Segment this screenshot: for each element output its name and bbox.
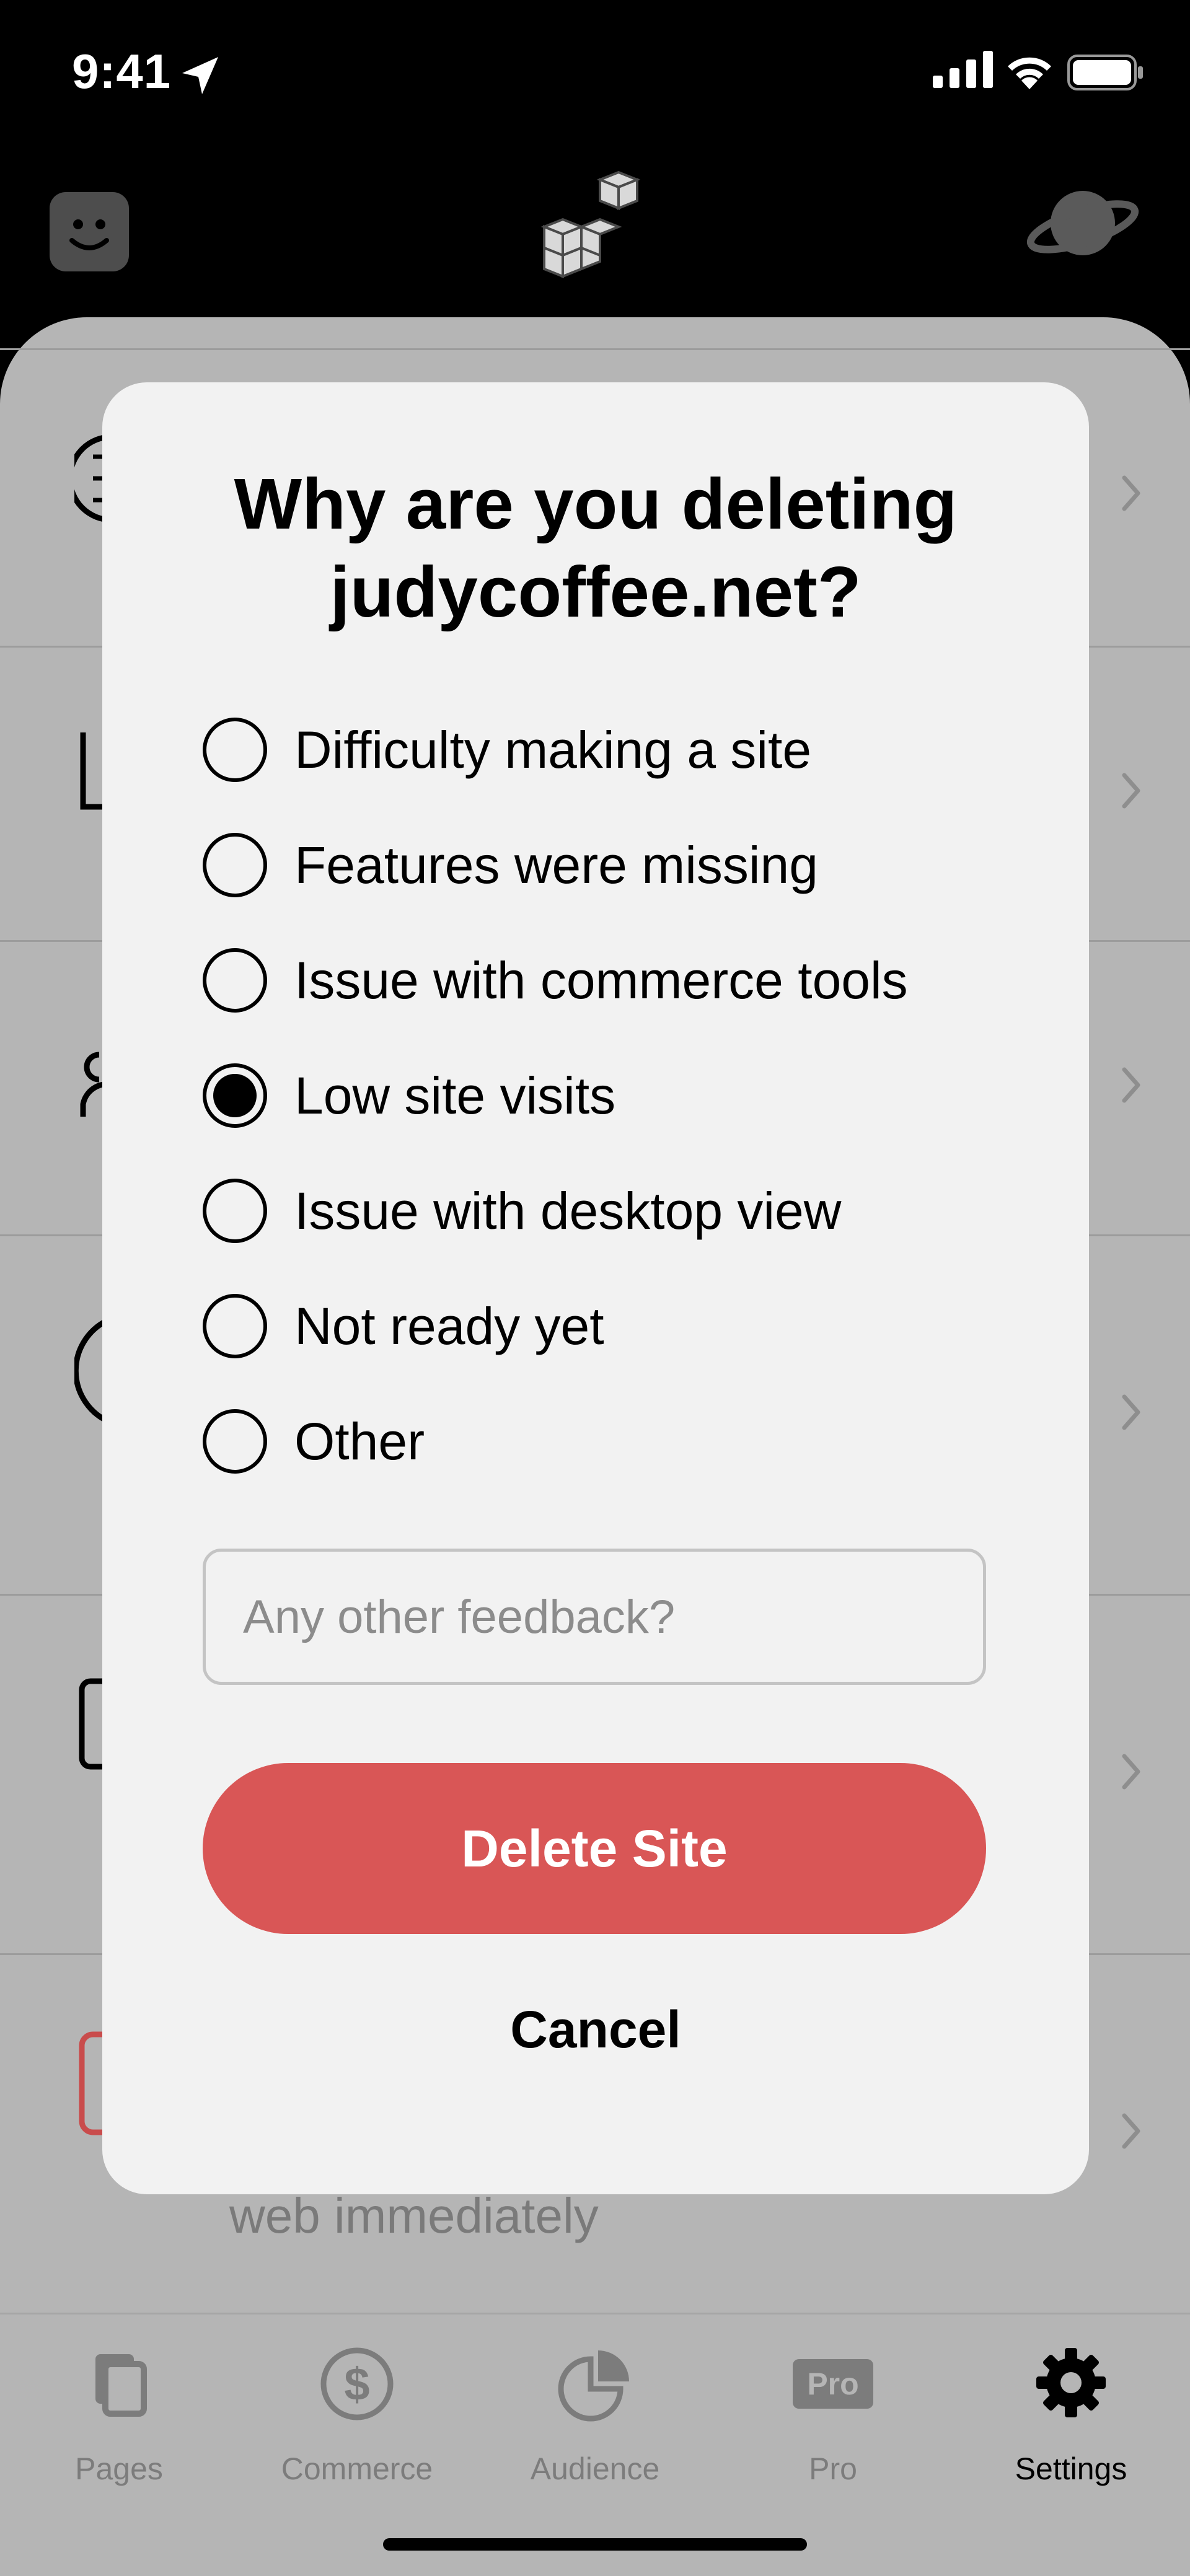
dialog-title-line-1: Why are you deleting [234,464,958,544]
option-label: Low site visits [294,1066,616,1125]
tab-bar: Pages $ Commerce Audience Pro Pro Settin… [0,2313,1190,2576]
planet-icon[interactable] [1026,180,1140,266]
reason-option-desktop-view[interactable]: Issue with desktop view [203,1177,1008,1245]
profile-face-icon[interactable] [50,192,129,271]
reason-option-difficulty[interactable]: Difficulty making a site [203,716,1008,784]
radio-button-selected[interactable] [203,1063,267,1128]
reason-option-features-missing[interactable]: Features were missing [203,831,1008,899]
tab-commerce[interactable]: $ Commerce [238,2345,476,2507]
tab-settings-label: Settings [1015,2451,1127,2486]
tab-commerce-label: Commerce [281,2451,433,2486]
tab-pro[interactable]: Pro Pro [714,2345,952,2507]
option-label: Other [294,1412,425,1470]
delete-row-subtitle: web immediately [229,2188,599,2243]
tab-audience[interactable]: Audience [476,2345,714,2507]
tab-audience-label: Audience [530,2451,660,2486]
option-label: Features were missing [294,836,818,894]
tab-pro-label: Pro [809,2451,857,2486]
wifi-icon [1008,57,1051,89]
option-label: Difficulty making a site [294,721,812,779]
battery-icon [1067,55,1143,90]
radio-button[interactable] [203,1409,267,1474]
pages-icon [95,2354,147,2417]
reason-option-commerce-tools[interactable]: Issue with commerce tools [203,946,1008,1014]
commerce-icon: $ [320,2347,394,2420]
reason-option-low-visits[interactable]: Low site visits [203,1062,1008,1130]
location-arrow-icon [182,57,218,94]
chevron-right-icon [1122,475,1140,511]
radio-button[interactable] [203,1294,267,1358]
feedback-input[interactable] [203,1549,986,1685]
dialog-title: Why are you deleting judycoffee.net? [102,460,1089,636]
option-label: Not ready yet [294,1297,604,1355]
chevron-right-icon [1122,773,1140,809]
delete-site-button[interactable]: Delete Site [203,1763,986,1934]
chevron-right-icon [1122,1394,1140,1430]
tab-settings[interactable]: Settings [952,2345,1190,2507]
tab-pages-label: Pages [75,2451,163,2486]
option-label: Issue with commerce tools [294,951,908,1009]
app-logo-icon [540,170,641,278]
radio-button[interactable] [203,833,267,897]
reason-option-not-ready[interactable]: Not ready yet [203,1292,1008,1360]
chevron-right-icon [1122,1067,1140,1103]
pro-icon: Pro [793,2359,873,2409]
tab-pages[interactable]: Pages [0,2345,238,2507]
settings-icon [1036,2348,1106,2417]
chevron-right-icon [1122,1754,1140,1790]
dialog-title-line-2: judycoffee.net? [330,552,862,632]
status-bar: 9:41 [0,0,1190,143]
option-label: Issue with desktop view [294,1182,842,1240]
audience-icon [558,2350,629,2422]
cancel-button[interactable]: Cancel [102,2000,1089,2060]
cellular-signal-icon [933,51,993,88]
app-header [0,143,1190,316]
reason-option-other[interactable]: Other [203,1407,1008,1475]
chevron-right-icon [1122,2113,1140,2149]
status-time: 9:41 [72,44,172,99]
radio-button[interactable] [203,948,267,1013]
row-divider [0,348,1190,350]
svg-text:$: $ [344,2358,369,2410]
delete-reason-dialog: Why are you deleting judycoffee.net? Dif… [102,382,1089,2194]
radio-button[interactable] [203,1179,267,1243]
radio-button[interactable] [203,718,267,782]
home-indicator [383,2538,807,2551]
